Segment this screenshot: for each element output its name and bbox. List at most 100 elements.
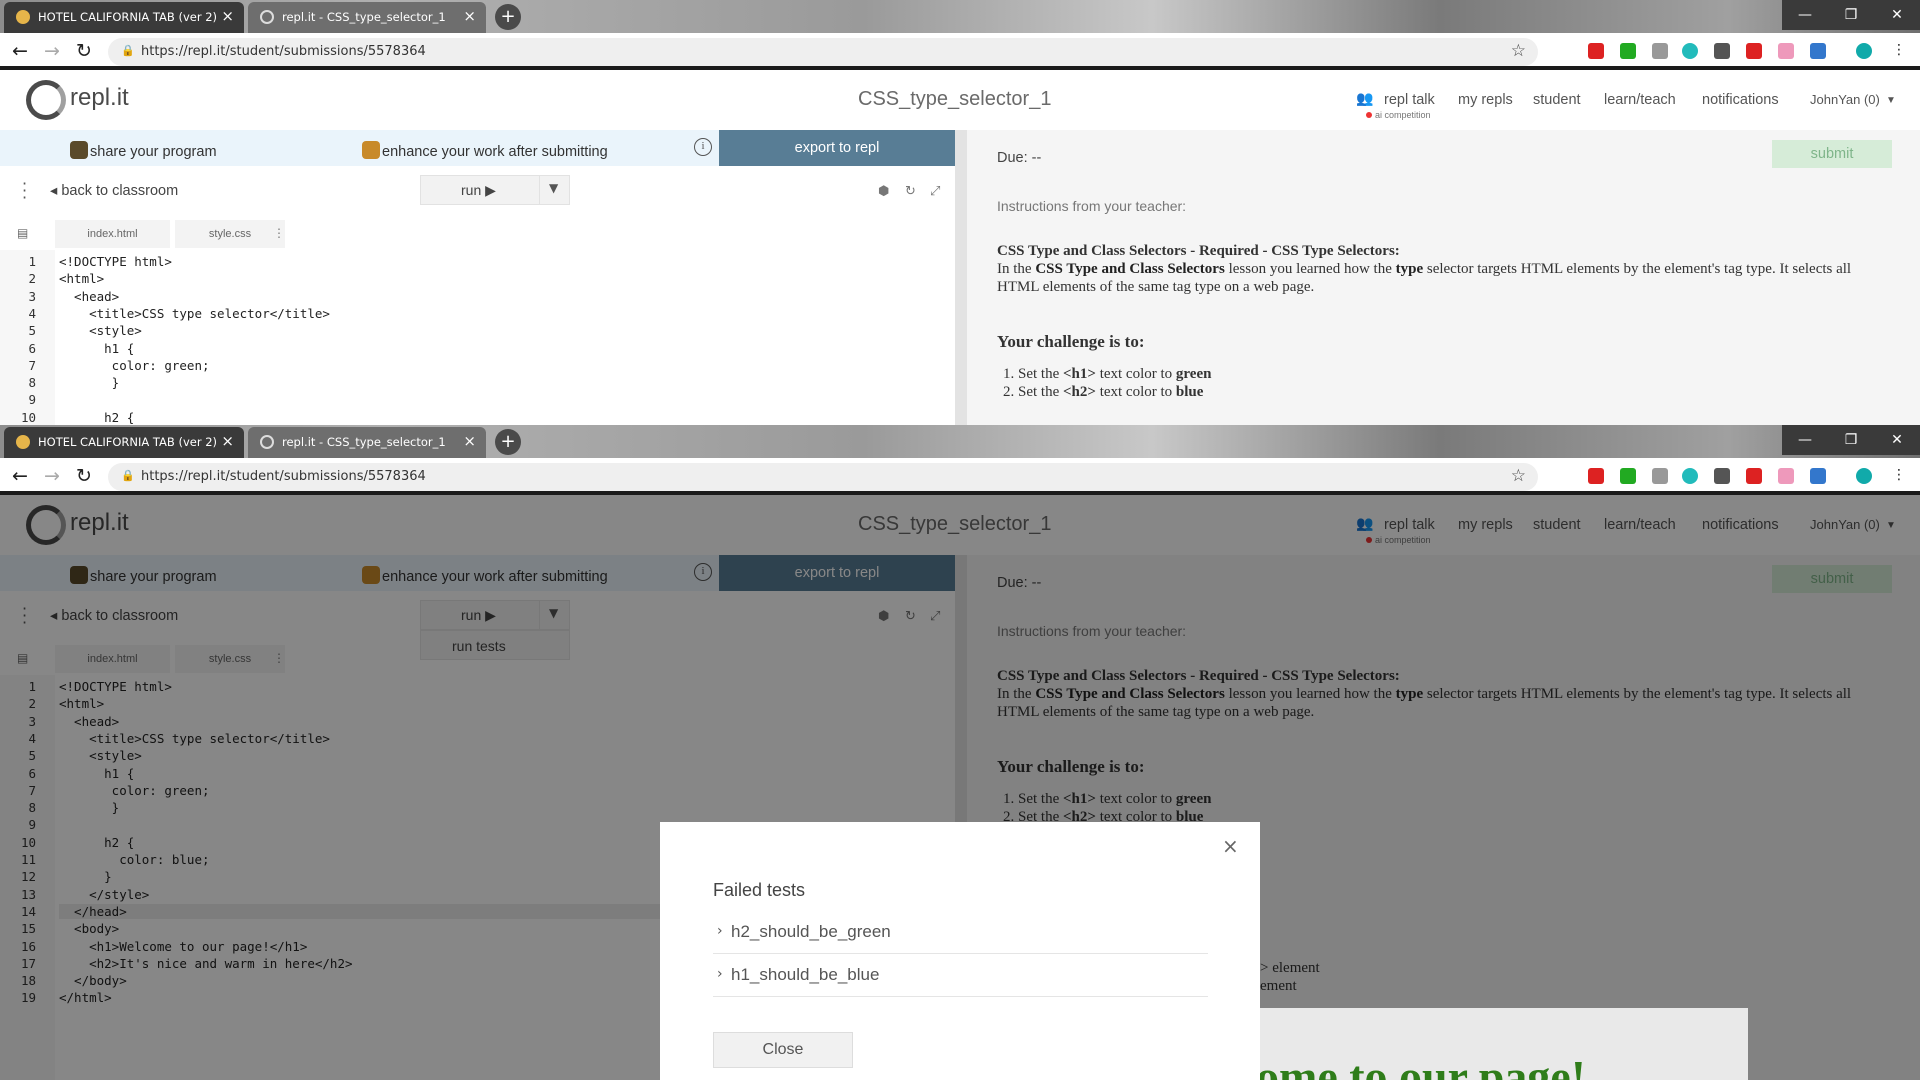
new-tab-button[interactable]: +: [495, 429, 521, 455]
extension-icon[interactable]: [1714, 468, 1730, 484]
challenge-item: 2. Set the <h2> text color to blue: [1003, 384, 1204, 400]
back-to-classroom-link[interactable]: ◂ back to classroom: [50, 183, 178, 199]
run-dropdown-icon[interactable]: ▼: [549, 181, 558, 195]
pane-divider[interactable]: [955, 130, 967, 425]
profile-avatar-icon[interactable]: [1856, 43, 1872, 59]
close-icon[interactable]: ×: [1222, 834, 1239, 858]
line-number: 10: [20, 409, 36, 425]
browser-tab-replit[interactable]: repl.it - CSS_type_selector_1 ×: [248, 427, 486, 458]
extension-icon[interactable]: [1810, 468, 1826, 484]
browser-tab-hotel[interactable]: HOTEL CALIFORNIA TAB (ver 2) b ×: [4, 2, 244, 33]
profile-avatar-icon[interactable]: [1856, 468, 1872, 484]
due-label: Due: --: [997, 150, 1042, 166]
forward-arrow-icon[interactable]: →: [44, 40, 60, 62]
back-arrow-icon[interactable]: ←: [12, 40, 28, 62]
refresh-icon[interactable]: ↻: [905, 184, 916, 199]
address-bar[interactable]: 🔒 https://repl.it/student/submissions/55…: [108, 38, 1538, 66]
bookmark-star-icon[interactable]: ☆: [1511, 466, 1526, 486]
line-number: 6: [28, 340, 36, 356]
restore-button[interactable]: ❐: [1828, 425, 1874, 455]
challenge-title: Your challenge is to:: [997, 332, 1145, 351]
nav-notifications[interactable]: notifications: [1702, 92, 1779, 108]
new-tab-button[interactable]: +: [495, 4, 521, 30]
reload-icon[interactable]: ↻: [76, 40, 92, 62]
browser-tab-hotel[interactable]: HOTEL CALIFORNIA TAB (ver 2) b ×: [4, 427, 244, 458]
nav-repl-talk[interactable]: repl talk: [1384, 92, 1435, 108]
code-line: h1 {: [59, 340, 135, 356]
line-number: 7: [28, 357, 36, 373]
browser-tab-replit[interactable]: repl.it - CSS_type_selector_1 ×: [248, 2, 486, 33]
menu-dots-icon[interactable]: ⋮: [1892, 467, 1906, 483]
url-text: https://repl.it/student/submissions/5578…: [141, 469, 426, 484]
menu-dots-icon[interactable]: ⋮: [1892, 42, 1906, 58]
tab-menu-icon[interactable]: ⋮: [273, 226, 285, 240]
tab-title: HOTEL CALIFORNIA TAB (ver 2) b: [38, 10, 218, 24]
extension-icon[interactable]: [1778, 468, 1794, 484]
extension-icon[interactable]: [1588, 468, 1604, 484]
info-icon[interactable]: i: [694, 138, 712, 156]
failed-test-item[interactable]: › h2_should_be_green: [713, 911, 1208, 954]
restore-button[interactable]: ❐: [1828, 0, 1874, 30]
tab-index-html[interactable]: index.html: [55, 220, 170, 248]
file-icon[interactable]: ▤: [17, 226, 28, 240]
close-tab-icon[interactable]: ×: [221, 432, 234, 450]
extension-icon[interactable]: [1778, 43, 1794, 59]
back-arrow-icon[interactable]: ←: [12, 465, 28, 487]
forward-arrow-icon[interactable]: →: [44, 465, 60, 487]
browser-toolbar: ← → ↻ 🔒 https://repl.it/student/submissi…: [0, 33, 1920, 70]
chevron-down-icon[interactable]: ▼: [1886, 95, 1896, 106]
instructions-label: Instructions from your teacher:: [997, 198, 1187, 214]
logo-text[interactable]: repl.it: [70, 84, 129, 112]
minimize-button[interactable]: —: [1782, 425, 1828, 455]
close-tab-icon[interactable]: ×: [463, 432, 476, 450]
extension-icon[interactable]: [1588, 43, 1604, 59]
extension-icon[interactable]: [1620, 468, 1636, 484]
more-options-icon[interactable]: · · ·: [22, 176, 27, 206]
extension-icon[interactable]: [1682, 43, 1698, 59]
nav-my-repls[interactable]: my repls: [1458, 92, 1513, 108]
close-tab-icon[interactable]: ×: [221, 7, 234, 25]
extension-icon[interactable]: [1746, 468, 1762, 484]
minimize-button[interactable]: —: [1782, 0, 1828, 30]
extension-icon[interactable]: [1746, 43, 1762, 59]
extension-icon[interactable]: [1714, 43, 1730, 59]
share-program-button[interactable]: share your program: [70, 141, 217, 160]
run-button[interactable]: run ▶ ▼: [420, 175, 570, 205]
expand-icon[interactable]: ⤢: [930, 184, 940, 199]
code-editor[interactable]: <!DOCTYPE html> <html> <head> <title>CSS …: [55, 250, 955, 425]
close-window-button[interactable]: ✕: [1874, 425, 1920, 455]
failed-test-item[interactable]: › h1_should_be_blue: [713, 954, 1208, 997]
test-name: h1_should_be_blue: [731, 965, 880, 984]
export-to-repl-button[interactable]: export to repl: [719, 130, 955, 166]
package-icon[interactable]: ⬢: [878, 184, 889, 199]
nav-learn-teach[interactable]: learn/teach: [1604, 92, 1676, 108]
extension-icon[interactable]: [1652, 43, 1668, 59]
extension-icon[interactable]: [1810, 43, 1826, 59]
reload-icon[interactable]: ↻: [76, 465, 92, 487]
extension-icon[interactable]: [1682, 468, 1698, 484]
bookmark-star-icon[interactable]: ☆: [1511, 41, 1526, 61]
lock-icon: 🔒: [121, 44, 135, 57]
extension-icon[interactable]: [1620, 43, 1636, 59]
share-bar: share your program enhance your work aft…: [0, 130, 955, 166]
instructions-pane: Due: -- submit Instructions from your te…: [967, 130, 1920, 425]
close-button[interactable]: Close: [713, 1032, 853, 1068]
code-line: <head>: [59, 288, 120, 304]
tab-style-css[interactable]: style.css: [175, 220, 285, 248]
address-bar[interactable]: 🔒 https://repl.it/student/submissions/55…: [108, 463, 1538, 491]
tab-strip: HOTEL CALIFORNIA TAB (ver 2) b × repl.it…: [0, 425, 1920, 458]
replit-logo-icon[interactable]: [26, 80, 66, 120]
url-text: https://repl.it/student/submissions/5578…: [141, 44, 426, 59]
nav-student[interactable]: student: [1533, 92, 1581, 108]
replit-app-top: repl.it CSS_type_selector_1 repl talk 👥 …: [0, 70, 1920, 425]
enhance-work-link[interactable]: enhance your work after submitting: [362, 141, 608, 160]
lock-icon: 🔒: [121, 469, 135, 482]
extension-icon[interactable]: [1652, 468, 1668, 484]
close-window-button[interactable]: ✕: [1874, 0, 1920, 30]
user-menu[interactable]: JohnYan (0): [1810, 92, 1880, 107]
submit-button[interactable]: submit: [1772, 140, 1892, 168]
line-number: 5: [28, 323, 36, 339]
code-line: color: green;: [59, 357, 210, 373]
line-number: 1: [28, 254, 36, 269]
close-tab-icon[interactable]: ×: [463, 7, 476, 25]
